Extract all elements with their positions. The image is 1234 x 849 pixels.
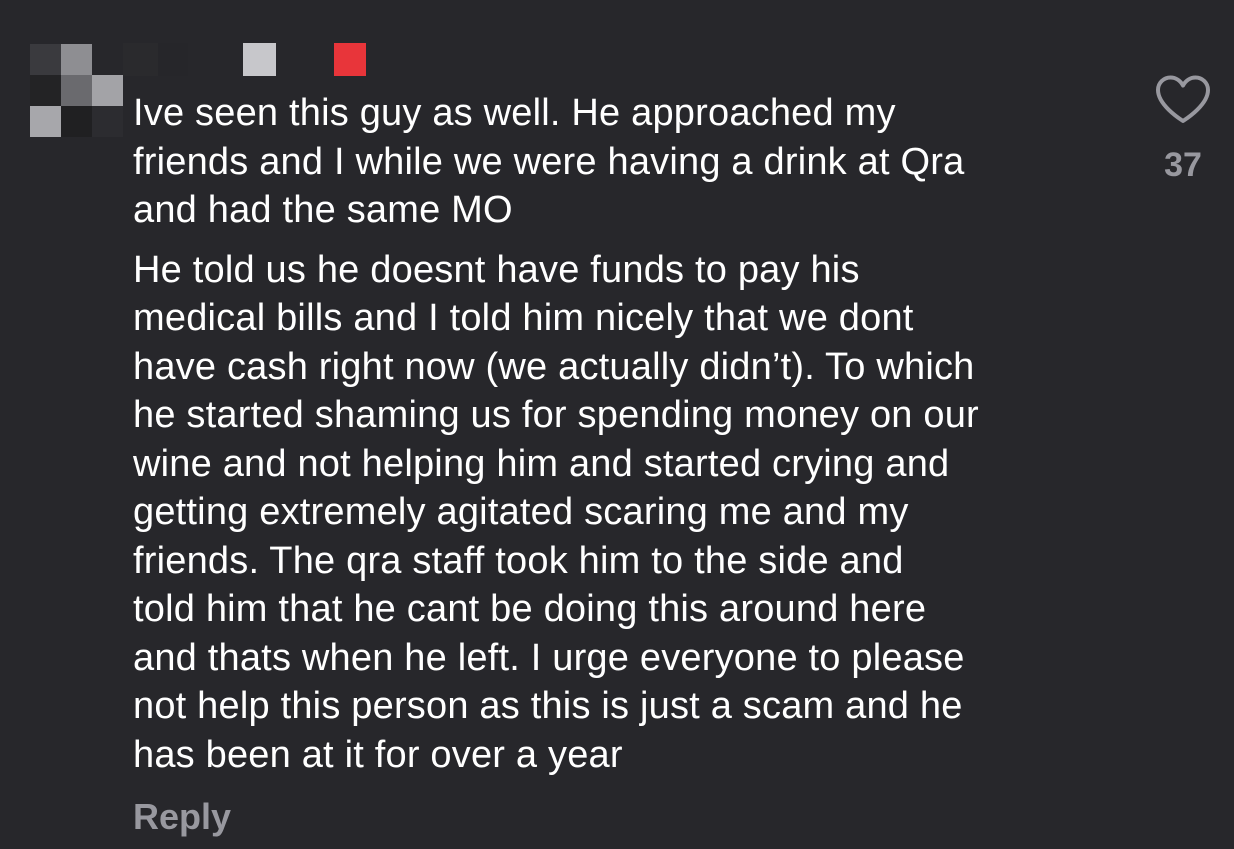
avatar-pixel <box>30 44 61 75</box>
avatar[interactable] <box>30 44 123 137</box>
comment-paragraph: He told us he doesnt have funds to pay h… <box>133 248 979 776</box>
redaction-block <box>334 43 366 76</box>
avatar-pixel <box>30 75 61 106</box>
avatar-pixel <box>92 106 123 137</box>
avatar-pixel <box>92 44 123 75</box>
avatar-pixel <box>61 75 92 106</box>
heart-outline-icon[interactable] <box>1154 74 1212 126</box>
reply-button[interactable]: Reply <box>133 796 231 838</box>
avatar-pixel <box>30 106 61 137</box>
redaction-block <box>123 43 158 76</box>
avatar-pixel <box>92 75 123 106</box>
comment-body: Ive seen this guy as well. He approached… <box>133 89 1123 779</box>
comment-card: Ive seen this guy as well. He approached… <box>0 0 1234 849</box>
avatar-pixel <box>61 106 92 137</box>
username-redacted[interactable] <box>123 43 413 76</box>
comment-paragraph: Ive seen this guy as well. He approached… <box>133 92 965 231</box>
avatar-pixel <box>61 44 92 75</box>
redaction-block <box>243 43 276 76</box>
like-count: 37 <box>1164 146 1202 184</box>
like-section: 37 <box>1148 74 1218 190</box>
redaction-block <box>158 43 188 76</box>
